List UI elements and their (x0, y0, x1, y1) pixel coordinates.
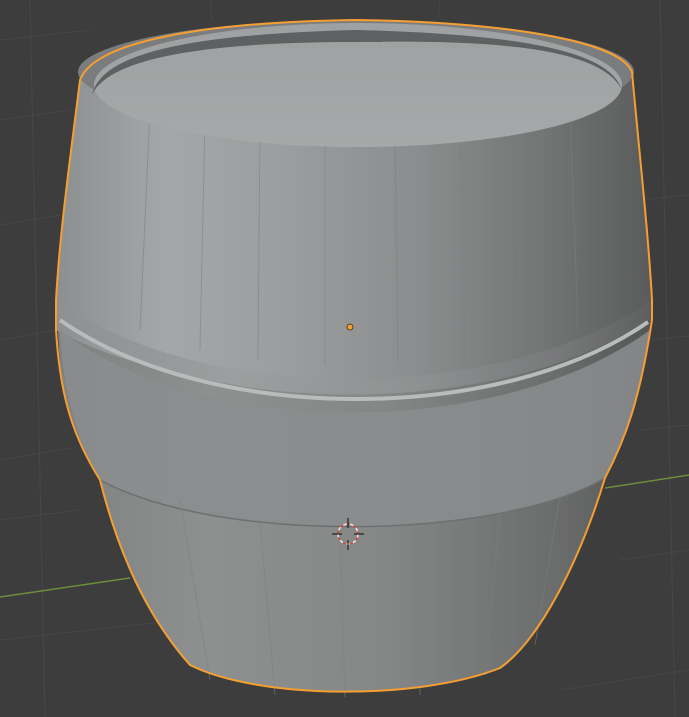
3d-viewport[interactable] (0, 0, 689, 717)
viewport-canvas[interactable] (0, 0, 689, 717)
barrel-mesh[interactable] (56, 20, 652, 698)
object-origin-dot-icon[interactable] (346, 323, 354, 331)
